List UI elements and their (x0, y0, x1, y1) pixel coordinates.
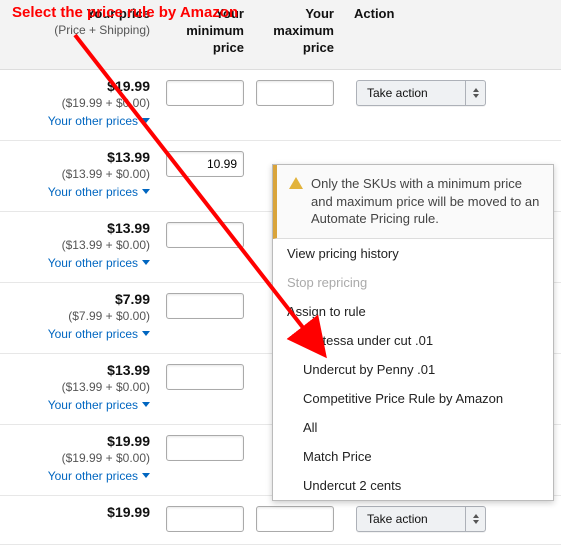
table-row: $19.99($19.99 + $0.00)Your other prices$… (0, 70, 561, 141)
min-price-input[interactable] (166, 364, 244, 390)
header-your-price-sub: (Price + Shipping) (0, 23, 150, 39)
header-max-price: Your maximum price (250, 6, 340, 57)
header-action: Action (340, 6, 550, 57)
max-price-input[interactable] (256, 80, 334, 106)
price-main: $13.99 (0, 149, 150, 165)
min-price-input[interactable] (166, 293, 244, 319)
other-prices-link[interactable]: Your other prices (48, 256, 150, 270)
max-price-input[interactable] (256, 506, 334, 532)
price-main: $19.99 (0, 433, 150, 449)
caret-down-icon (142, 260, 150, 265)
take-action-label: Take action (357, 86, 465, 100)
price-breakdown: ($13.99 + $0.00) (0, 380, 150, 394)
price-main: $19.99 (0, 78, 150, 94)
warning-text: Only the SKUs with a minimum price and m… (311, 175, 541, 228)
price-breakdown: ($19.99 + $0.00) (0, 451, 150, 465)
price-breakdown: ($13.99 + $0.00) (0, 238, 150, 252)
action-dropdown-menu: Only the SKUs with a minimum price and m… (272, 164, 554, 501)
caret-down-icon (142, 402, 150, 407)
min-price-input[interactable] (166, 80, 244, 106)
menu-item[interactable]: Assign to rule (273, 297, 553, 326)
price-main: $7.99 (0, 291, 150, 307)
min-price-input[interactable] (166, 151, 244, 177)
min-price-input[interactable] (166, 435, 244, 461)
menu-item[interactable]: Undercut by Penny .01 (273, 355, 553, 384)
price-main: $13.99 (0, 220, 150, 236)
price-breakdown: ($13.99 + $0.00) (0, 167, 150, 181)
take-action-button[interactable]: Take action (356, 506, 486, 532)
caret-down-icon (142, 473, 150, 478)
caret-down-icon (142, 189, 150, 194)
other-prices-link[interactable]: Your other prices (48, 398, 150, 412)
price-main: $13.99 (0, 362, 150, 378)
annotation-callout: Select the price rule by Amazon (12, 4, 238, 22)
min-price-input[interactable] (166, 506, 244, 532)
price-main: $19.99 (0, 504, 150, 520)
menu-item[interactable]: Competitive Price Rule by Amazon (273, 384, 553, 413)
updown-arrows-icon (465, 81, 485, 105)
min-price-input[interactable] (166, 222, 244, 248)
caret-down-icon (142, 118, 150, 123)
updown-arrows-icon (465, 507, 485, 531)
menu-item[interactable]: Fortessa under cut .01 (273, 326, 553, 355)
other-prices-link[interactable]: Your other prices (48, 327, 150, 341)
take-action-button[interactable]: Take action (356, 80, 486, 106)
warning-box: Only the SKUs with a minimum price and m… (273, 165, 553, 239)
price-breakdown: ($7.99 + $0.00) (0, 309, 150, 323)
other-prices-link[interactable]: Your other prices (48, 185, 150, 199)
menu-item: Stop repricing (273, 268, 553, 297)
menu-item[interactable]: Match Price (273, 442, 553, 471)
warning-icon (289, 177, 303, 189)
price-breakdown: ($19.99 + $0.00) (0, 96, 150, 110)
menu-item[interactable]: View pricing history (273, 239, 553, 268)
menu-item[interactable]: All (273, 413, 553, 442)
caret-down-icon (142, 331, 150, 336)
table-row: $19.99$$Take action (0, 496, 561, 545)
other-prices-link[interactable]: Your other prices (48, 114, 150, 128)
menu-item[interactable]: Undercut 2 cents (273, 471, 553, 500)
other-prices-link[interactable]: Your other prices (48, 469, 150, 483)
